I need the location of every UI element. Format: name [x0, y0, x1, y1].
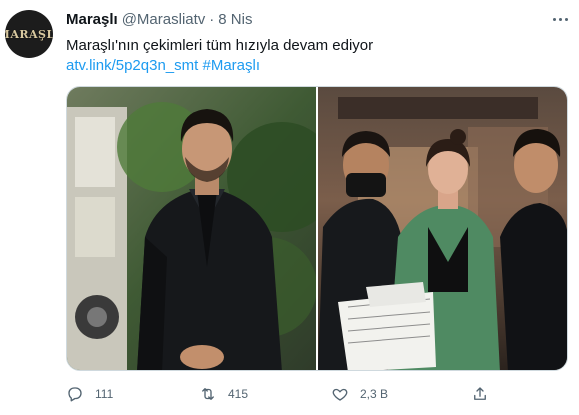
share-icon: [474, 387, 486, 400]
hashtag-link[interactable]: #Maraşlı: [202, 57, 260, 74]
tweet-header: Maraşlı @Marasliatv · 8 Nis: [66, 11, 252, 28]
tweet-card[interactable]: MARAŞLI Maraşlı @Marasliatv · 8 Nis Mara…: [0, 0, 579, 415]
retweet-button[interactable]: 415: [199, 385, 248, 403]
reply-count: 111: [95, 387, 114, 401]
tweet-timestamp[interactable]: 8 Nis: [218, 11, 252, 28]
like-button[interactable]: 2,3 B: [331, 385, 388, 403]
photo-actor-in-suit[interactable]: [67, 87, 316, 370]
retweet-count: 415: [228, 387, 249, 401]
like-count: 2,3 B: [360, 387, 389, 401]
user-handle[interactable]: @Marasliatv: [122, 11, 206, 28]
separator-dot: ·: [209, 11, 215, 28]
action-bar: 111 415 2,3 B: [66, 385, 568, 405]
tweet-links-line: atv.link/5p2q3n_smt #Maraşlı: [66, 56, 373, 76]
photo-behind-the-scenes[interactable]: [318, 87, 567, 370]
like-icon: [332, 388, 348, 401]
tweet-link[interactable]: atv.link/5p2q3n_smt: [66, 57, 198, 74]
display-name[interactable]: Maraşlı: [66, 11, 118, 28]
avatar[interactable]: MARAŞLI: [5, 10, 53, 58]
avatar-logo-text: MARAŞLI: [5, 27, 53, 41]
retweet-icon: [202, 388, 214, 400]
more-options-icon[interactable]: [549, 12, 571, 26]
reply-button[interactable]: 111: [66, 385, 113, 403]
share-button[interactable]: [471, 385, 489, 403]
tweet-text: Maraşlı'nın çekimleri tüm hızıyla devam …: [66, 36, 373, 76]
reply-icon: [68, 387, 82, 402]
tweet-media: [66, 86, 568, 371]
tweet-text-line: Maraşlı'nın çekimleri tüm hızıyla devam …: [66, 37, 374, 54]
